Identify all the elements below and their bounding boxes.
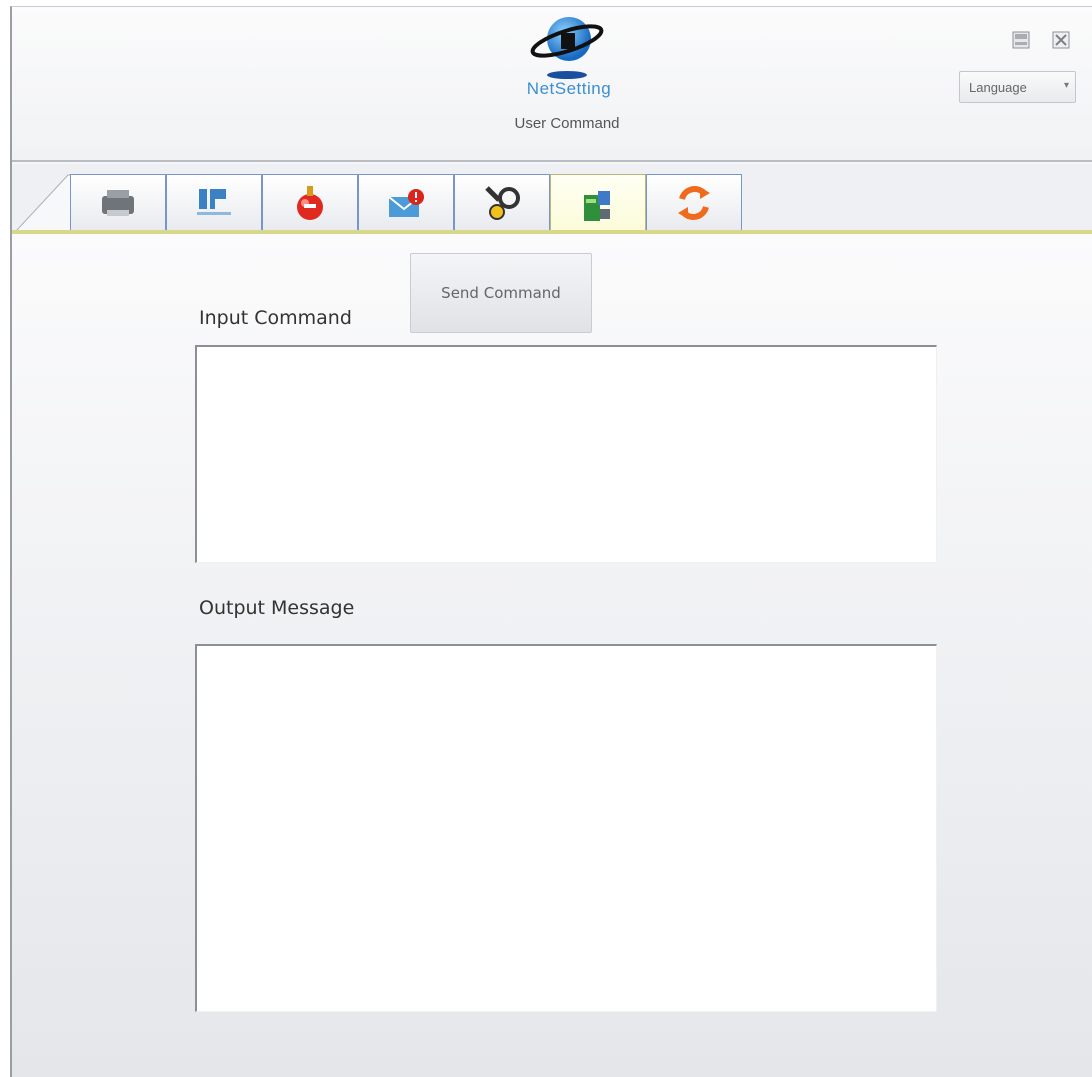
input-command-label: Input Command [199, 307, 352, 329]
close-icon [1052, 31, 1070, 49]
close-button[interactable] [1050, 29, 1072, 51]
tab-sync[interactable] [646, 174, 742, 231]
ip-settings-icon [197, 189, 231, 215]
sync-icon [678, 186, 710, 220]
printer-icon [102, 190, 134, 216]
output-message-field[interactable] [195, 644, 937, 1012]
header: NetSetting User Command Language ▾ [12, 7, 1092, 162]
app-window: NetSetting User Command Language ▾ Send … [10, 6, 1092, 1077]
language-select[interactable]: Language ▾ [959, 71, 1076, 103]
tab-alert[interactable] [262, 174, 358, 231]
tab-notification[interactable] [358, 174, 454, 231]
output-message-label: Output Message [199, 597, 355, 619]
minimize-button[interactable] [1010, 29, 1032, 51]
user-command-icon [584, 190, 610, 221]
brand-name: NetSetting [526, 79, 612, 98]
tab-printer[interactable] [70, 174, 166, 231]
send-command-button[interactable]: Send Command [410, 253, 592, 333]
notification-icon [388, 189, 424, 217]
chevron-down-icon: ▾ [1063, 80, 1069, 91]
tab-tools[interactable] [454, 174, 550, 231]
minimize-icon [1012, 31, 1030, 49]
tab-user-command[interactable] [550, 174, 646, 234]
netsetting-logo-icon [530, 17, 604, 79]
page-title: User Command [514, 115, 620, 132]
alert-icon [297, 186, 323, 220]
input-command-field[interactable] [195, 345, 937, 563]
language-label: Language [969, 79, 1027, 95]
tools-icon [485, 186, 520, 220]
tab-ip-settings[interactable] [166, 174, 262, 231]
